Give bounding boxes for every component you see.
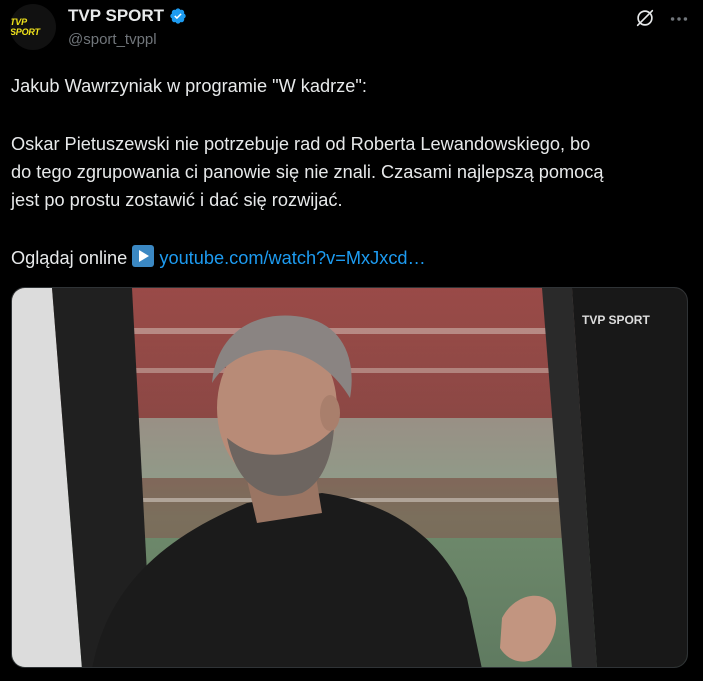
verified-badge-icon[interactable] [169,7,187,25]
author-name-row: TVP SPORT [68,6,187,26]
avatar[interactable]: TVP SPORT [10,4,56,50]
video-thumbnail[interactable]: TVP SPORT [11,287,688,668]
watch-online-label: Oglądaj online [11,248,128,268]
watch-online-line: Oglądaj online youtube.com/watch?v=MxJxc… [11,245,426,270]
tweet-text-line: jest po prostu zostawić i dać się rozwij… [11,190,343,210]
author-display-name[interactable]: TVP SPORT [68,6,164,26]
video-frame-image: TVP SPORT [12,288,687,667]
tweet-text-line: do tego zgrupowania ci panowie się nie z… [11,162,604,182]
grok-icon[interactable] [634,7,656,29]
tweet-header: TVP SPORT TVP SPORT @sport_tvppl [0,0,703,60]
tvp-sport-watermark: TVP SPORT [582,313,650,327]
tweet-text-line: Oskar Pietuszewski nie potrzebuje rad od… [11,134,591,154]
tweet-text-line: Jakub Wawrzyniak w programie "W kadrze": [11,76,367,96]
avatar-logo-text: TVP SPORT [10,17,40,37]
more-icon[interactable] [668,8,690,30]
play-button-emoji-icon [132,245,155,267]
youtube-link[interactable]: youtube.com/watch?v=MxJxcd… [159,248,425,268]
author-handle[interactable]: @sport_tvppl [68,31,157,48]
